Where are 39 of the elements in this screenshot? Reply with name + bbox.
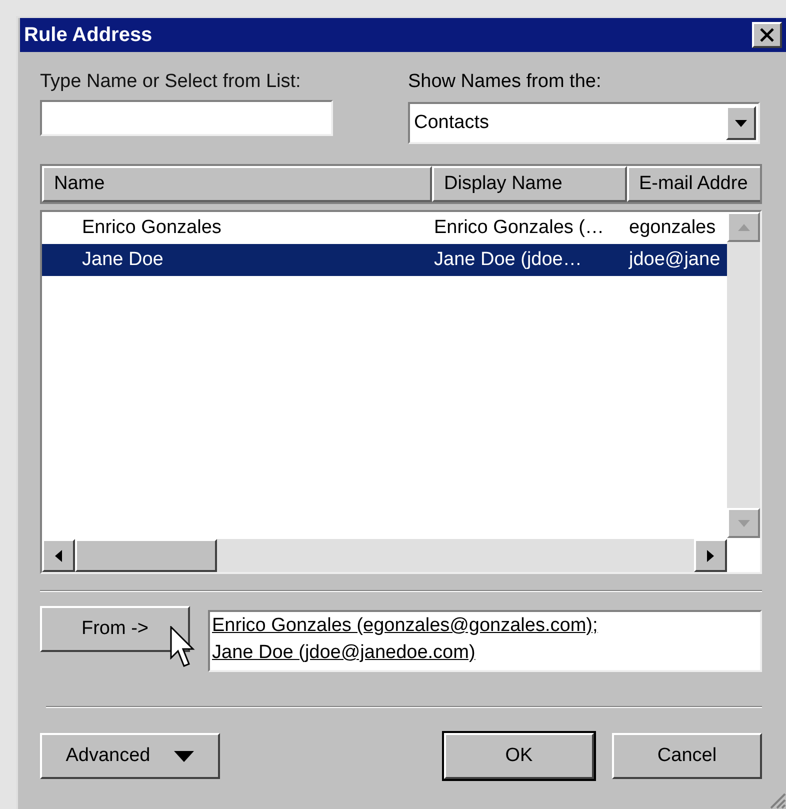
table-cell-text: egonzales [628, 216, 716, 240]
scroll-up-button[interactable] [727, 212, 760, 242]
recipients-field[interactable]: Enrico Gonzales (egonzales@gonzales.com); Jane Doe (jdoe@janedoe.com) [208, 610, 762, 672]
field-label: Show Names from the: [408, 70, 602, 94]
column-header[interactable]: Name [42, 166, 432, 202]
scroll-down-button[interactable] [727, 508, 760, 538]
scroll-right-button[interactable] [694, 539, 727, 572]
horizontal-scrollbar[interactable] [42, 539, 727, 572]
recipient-link[interactable]: Enrico Gonzales (egonzales@gonzales.com); [212, 612, 598, 639]
column-header[interactable]: Display Name [432, 166, 627, 202]
close-icon [759, 28, 775, 42]
cancel-button[interactable]: Cancel [612, 733, 762, 779]
caret-icon [735, 120, 747, 126]
table-cell-text: jdoe@jane [628, 248, 720, 272]
scroll-left-button[interactable] [42, 539, 75, 572]
dropdown-button[interactable] [726, 106, 756, 140]
down-arrow-icon [738, 520, 750, 526]
name-input-field[interactable] [40, 100, 333, 136]
from-button[interactable]: From -> [40, 606, 190, 652]
recipient-link[interactable]: Jane Doe (jdoe@janedoe.com) [212, 639, 476, 666]
table-cell-text: Enrico Gonzales [81, 216, 222, 240]
mouse-pointer-icon [170, 626, 196, 668]
scroll-thumb[interactable] [75, 539, 217, 572]
table-cell-text: Jane Doe [81, 248, 164, 272]
close-button[interactable] [752, 22, 782, 48]
column-header[interactable]: E-mail Addre [627, 166, 760, 202]
left-arrow-icon [55, 550, 62, 562]
ok-button[interactable]: OK [444, 733, 594, 779]
advanced-button[interactable]: Advanced [40, 733, 220, 779]
window-title: Rule Address [24, 23, 152, 48]
up-arrow-icon [738, 224, 750, 230]
caret-icon [174, 750, 194, 762]
table-cell-text: Jane Doe (jdoe… [433, 248, 583, 272]
vertical-scrollbar[interactable] [727, 212, 760, 538]
table-cell-text: Enrico Gonzales (… [433, 216, 606, 240]
contact-row[interactable]: Jane Doe Jane Doe (jdoe… jdoe@jane [42, 244, 727, 276]
source-dropdown[interactable]: Contacts [408, 102, 760, 144]
field-label: Type Name or Select from List: [40, 70, 302, 94]
right-arrow-icon [707, 550, 714, 562]
